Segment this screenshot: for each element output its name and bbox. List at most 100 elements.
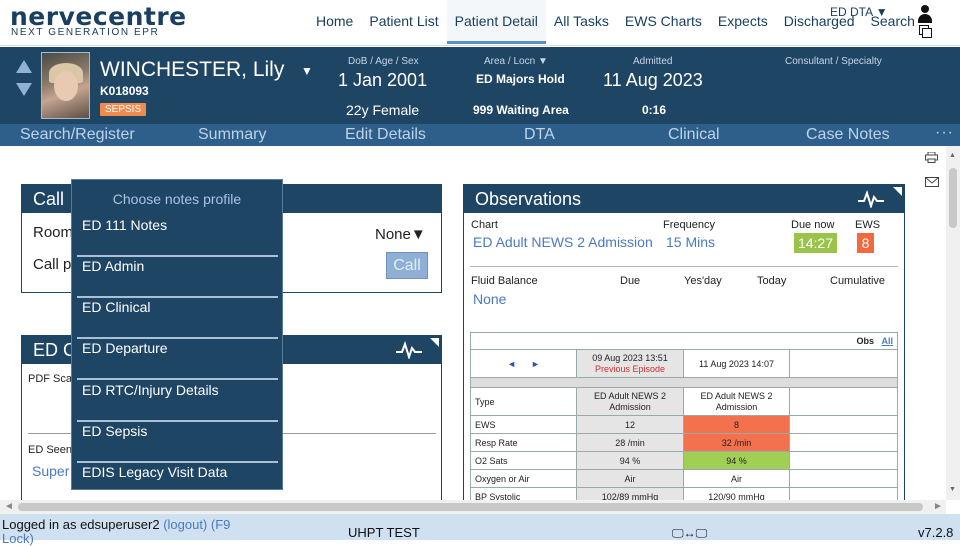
next-patient-icon[interactable] xyxy=(16,83,32,96)
col1-header[interactable]: 09 Aug 2023 13:51 Previous Episode xyxy=(576,349,684,378)
due-now-label: Due now xyxy=(791,219,835,231)
menu-item-ed-admin[interactable]: ED Admin xyxy=(77,257,278,298)
area-label[interactable]: Area / Locn ▼ xyxy=(484,56,548,67)
window-icon[interactable] xyxy=(919,25,933,39)
col1-previous-episode: Previous Episode xyxy=(594,363,666,374)
patient-subnav: Search/Register Summary Edit Details DTA… xyxy=(0,124,960,146)
admitted-time: 0:16 xyxy=(642,103,667,117)
patient-number: K018093 xyxy=(100,84,149,98)
yesday-column: Yes'day xyxy=(684,275,722,287)
nav-all-tasks[interactable]: All Tasks xyxy=(546,0,617,44)
table-row: O2 Sats 94 % 94 % xyxy=(470,451,898,470)
menu-item-ed-rtc-injury[interactable]: ED RTC/Injury Details xyxy=(77,381,278,422)
horizontal-scroll-thumb[interactable] xyxy=(18,503,923,511)
subnav-case-notes[interactable]: Case Notes xyxy=(806,124,890,145)
ed-seen-label: ED Seen xyxy=(28,444,73,456)
area-value: ED Majors Hold xyxy=(476,72,565,86)
subnav-clinical[interactable]: Clinical xyxy=(668,124,720,145)
dob-value: 1 Jan 2001 xyxy=(338,70,428,90)
ed-seen-value[interactable]: Super xyxy=(32,463,69,479)
caret-down-icon: ▼ xyxy=(410,226,426,243)
subnav-summary[interactable]: Summary xyxy=(198,124,266,145)
area-caret-icon: ▼ xyxy=(537,56,548,67)
subnav-dta[interactable]: DTA xyxy=(524,124,555,145)
logged-in-text: Logged in as edsuperuser2 xyxy=(2,517,160,532)
subnav-search-register[interactable]: Search/Register xyxy=(20,124,135,145)
table-row: EWS 12 8 xyxy=(470,415,898,434)
corner-icon[interactable] xyxy=(893,187,902,196)
menu-item-ed-clinical[interactable]: ED Clinical xyxy=(77,298,278,339)
nav-ews-charts[interactable]: EWS Charts xyxy=(617,0,710,44)
nav-home[interactable]: Home xyxy=(308,0,361,44)
subnav-edit-details[interactable]: Edit Details xyxy=(345,124,426,145)
fluid-balance-label: Fluid Balance xyxy=(471,275,538,287)
col2-header[interactable]: 11 Aug 2023 14:07 xyxy=(683,349,790,378)
version-label: v7.2.8 xyxy=(918,525,954,540)
room-label: Room xyxy=(33,224,74,241)
vertical-scroll-thumb[interactable] xyxy=(949,168,957,228)
admitted-label: Admitted xyxy=(633,56,673,67)
previous-patient-icon[interactable] xyxy=(16,60,32,73)
obs-all-link[interactable]: All xyxy=(881,336,893,346)
menu-item-edis-legacy[interactable]: EDIS Legacy Visit Data xyxy=(77,463,278,504)
table-row: Oxygen or Air Air Air xyxy=(470,469,898,488)
patient-name[interactable]: WINCHESTER, Lily xyxy=(100,58,284,82)
more-icon[interactable]: ··· xyxy=(935,124,954,142)
cumulative-column: Cumulative xyxy=(830,275,886,287)
vertical-scrollbar[interactable]: ▲ ▼ xyxy=(946,146,960,500)
prev-page-icon[interactable]: ◄ xyxy=(507,359,516,369)
mail-icon[interactable] xyxy=(925,177,939,187)
connection-icon: 🖵↔🖵 xyxy=(672,526,708,540)
call-button[interactable]: Call xyxy=(386,252,428,279)
printer-icon[interactable] xyxy=(925,152,938,163)
scroll-left-icon[interactable]: ◄ xyxy=(4,501,14,512)
nav-patient-list[interactable]: Patient List xyxy=(361,0,446,44)
fluid-balance-value[interactable]: None xyxy=(473,291,506,307)
patient-banner: WINCHESTER, Lily ▼ K018093 SEPSIS DoB / … xyxy=(0,47,960,124)
scroll-down-icon[interactable]: ▼ xyxy=(949,486,956,493)
chart-label: Chart xyxy=(471,219,498,231)
notes-profile-menu: Choose notes profile ED 111 Notes ED Adm… xyxy=(71,179,283,490)
logout-link[interactable]: (logout) xyxy=(163,517,207,532)
notes-profile-title: Choose notes profile xyxy=(112,191,242,207)
frequency-value[interactable]: 15 Mins xyxy=(666,234,715,250)
nav-patient-detail[interactable]: Patient Detail xyxy=(446,0,546,44)
pulse-icon[interactable] xyxy=(396,341,422,359)
table-row: Resp Rate 28 /min 32 /min xyxy=(470,433,898,452)
environment-label: UHPT TEST xyxy=(348,525,420,540)
pulse-icon[interactable] xyxy=(858,190,884,208)
ed-dta-label: ED DTA xyxy=(830,5,873,19)
admitted-date: 11 Aug 2023 xyxy=(603,70,703,90)
age-sex-value: 22y Female xyxy=(346,102,420,118)
corner-icon[interactable] xyxy=(430,338,439,347)
chart-value[interactable]: ED Adult NEWS 2 Admission xyxy=(473,234,653,250)
pdf-scan-label: PDF Sca xyxy=(28,373,73,385)
observations-title: Observations xyxy=(464,185,904,213)
menu-item-ed-sepsis[interactable]: ED Sepsis xyxy=(77,422,278,463)
login-status: Logged in as edsuperuser2 (logout) (F9 L… xyxy=(2,518,252,546)
scroll-right-icon[interactable]: ► xyxy=(933,501,943,512)
col1-date: 09 Aug 2023 13:51 xyxy=(592,352,668,363)
call-label: Call p xyxy=(33,256,72,273)
user-icon[interactable] xyxy=(918,5,932,23)
next-page-icon[interactable]: ► xyxy=(531,359,540,369)
ews-label: EWS xyxy=(855,219,881,231)
nav-expects[interactable]: Expects xyxy=(710,0,776,44)
obs-label: Obs xyxy=(856,336,874,346)
menu-item-ed-departure[interactable]: ED Departure xyxy=(77,339,278,380)
due-column: Due xyxy=(620,275,641,287)
ed-dta-dropdown[interactable]: ED DTA ▼ xyxy=(830,5,888,19)
scroll-up-icon[interactable]: ▲ xyxy=(949,152,956,159)
top-nav-bar: nervecentre NEXT GENERATION EPR Home Pat… xyxy=(0,0,960,46)
caret-down-icon: ▼ xyxy=(875,5,888,19)
table-row: Type ED Adult NEWS 2 Admission ED Adult … xyxy=(470,387,898,416)
patient-photo xyxy=(41,52,90,119)
today-column: Today xyxy=(757,275,787,287)
menu-item-ed-111-notes[interactable]: ED 111 Notes xyxy=(77,216,278,257)
consultant-label: Consultant / Specialty xyxy=(785,56,882,67)
ews-badge: 8 xyxy=(857,233,874,253)
room-select[interactable]: None▼ xyxy=(375,226,426,243)
patient-menu-caret-icon[interactable]: ▼ xyxy=(301,64,313,78)
due-now-badge: 14:27 xyxy=(794,233,837,253)
observations-table: Obs All ◄ ► 09 Aug 2023 13:51 Previous E… xyxy=(470,332,898,506)
